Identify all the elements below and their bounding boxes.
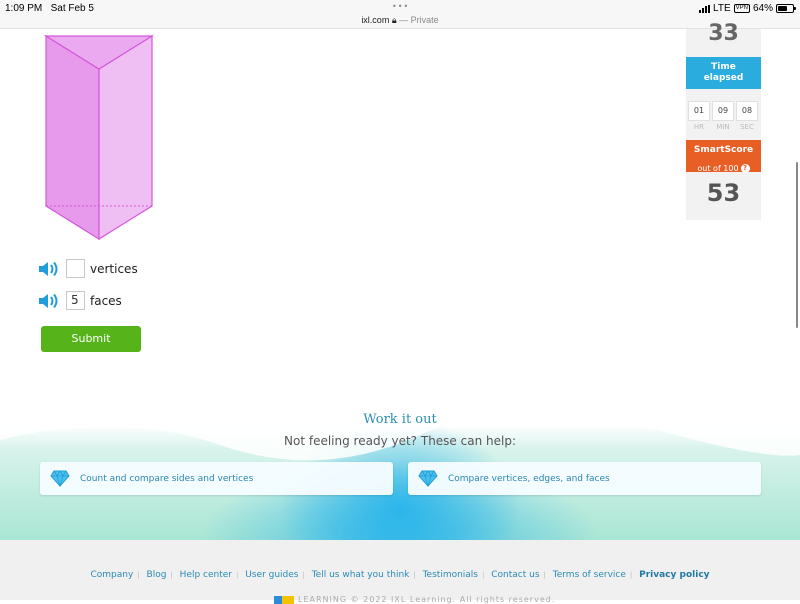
vertices-row: vertices xyxy=(38,259,138,278)
private-label: — Private xyxy=(399,15,439,25)
separator: | xyxy=(137,571,140,579)
smartscore-title: SmartScore xyxy=(693,145,754,155)
footer-link-feedback[interactable]: Tell us what you think xyxy=(312,570,410,580)
timer-hours: 01 xyxy=(688,101,710,121)
timer-minutes: 09 xyxy=(712,101,734,121)
lock-icon: 🔒︎ xyxy=(391,15,397,25)
help-icon[interactable]: ? xyxy=(740,164,750,173)
timer-seconds: 08 xyxy=(736,101,758,121)
separator: | xyxy=(543,571,546,579)
time-header-line2: elapsed xyxy=(703,73,744,83)
browser-status-bar: 1:09 PM Sat Feb 5 ••• ixl.com 🔒︎ — Priva… xyxy=(0,0,800,29)
address-bar[interactable]: ixl.com 🔒︎ — Private xyxy=(0,15,800,26)
separator: | xyxy=(170,571,173,579)
battery-icon xyxy=(776,4,796,13)
timer-sec-label: SEC xyxy=(740,123,754,131)
work-it-out-title: Work it out xyxy=(363,412,437,427)
submit-button[interactable]: Submit xyxy=(41,326,141,352)
url-text: ixl.com xyxy=(361,15,390,25)
skill-link-text[interactable]: Compare vertices, edges, and faces xyxy=(448,474,610,484)
vertices-input[interactable] xyxy=(66,259,85,278)
network-label: LTE xyxy=(713,3,731,14)
more-dots-icon[interactable]: ••• xyxy=(392,2,409,11)
footer-link-company[interactable]: Company xyxy=(90,570,133,580)
prism-left-face xyxy=(45,34,100,241)
footer: Company | Blog | Help center | User guides |… xyxy=(0,540,800,604)
vpn-icon: VPN xyxy=(733,4,750,13)
faces-input[interactable]: 5 xyxy=(66,291,85,310)
faces-row: 5 faces xyxy=(38,291,122,310)
separator: | xyxy=(413,571,416,579)
status-time: 1:09 PM Sat Feb 5 xyxy=(5,3,94,14)
work-it-out-subtitle: Not feeling ready yet? These can help: xyxy=(284,434,516,448)
smartscore-subtitle: out of 100 ? xyxy=(697,163,750,174)
speaker-icon[interactable] xyxy=(38,261,60,277)
footer-link-blog[interactable]: Blog xyxy=(147,570,167,580)
footer-link-testimonials[interactable]: Testimonials xyxy=(423,570,478,580)
footer-link-user-guides[interactable]: User guides xyxy=(245,570,298,580)
skill-link-card[interactable]: Compare vertices, edges, and faces xyxy=(408,462,761,495)
footer-link-privacy[interactable]: Privacy policy xyxy=(639,570,709,580)
diamond-icon xyxy=(50,470,70,487)
footer-link-terms[interactable]: Terms of service xyxy=(553,570,626,580)
clock: 1:09 PM xyxy=(5,3,43,14)
questions-answered-count: 33 xyxy=(708,21,739,46)
separator: | xyxy=(482,571,485,579)
timer-min-label: MIN xyxy=(716,123,730,131)
time-elapsed-header: Time elapsed xyxy=(686,57,761,89)
work-it-out-section: Work it out Not feeling ready yet? These… xyxy=(0,400,800,540)
footer-link-help-center[interactable]: Help center xyxy=(180,570,232,580)
signal-icon xyxy=(699,4,711,13)
prism-right-face xyxy=(98,34,153,241)
smartscore-value: 53 xyxy=(706,179,741,207)
battery-percent: 64% xyxy=(752,3,773,14)
separator: | xyxy=(302,571,305,579)
smartscore-sub-text: out of 100 xyxy=(697,164,739,173)
skill-link-card[interactable]: Count and compare sides and vertices xyxy=(40,462,393,495)
faces-label: faces xyxy=(90,293,122,308)
skill-link-text[interactable]: Count and compare sides and vertices xyxy=(80,474,253,484)
diamond-icon xyxy=(418,470,438,487)
status-indicators: LTE VPN 64% xyxy=(699,3,796,14)
timer-hr-label: HR xyxy=(693,123,705,131)
smartscore-header: SmartScore out of 100 ? xyxy=(686,140,761,174)
separator: | xyxy=(236,571,239,579)
vertices-label: vertices xyxy=(90,261,138,276)
score-panel: 33 Time elapsed 01 09 08 HR MIN SEC Smar… xyxy=(686,21,761,220)
footer-links: Company | Blog | Help center | User guides |… xyxy=(0,570,800,580)
date: Sat Feb 5 xyxy=(50,3,94,14)
time-header-line1: Time xyxy=(711,62,736,72)
scrollbar[interactable] xyxy=(796,162,798,328)
separator: | xyxy=(629,571,633,579)
speaker-icon[interactable] xyxy=(38,293,60,309)
footer-link-contact-us[interactable]: Contact us xyxy=(491,570,539,580)
triangular-prism-figure xyxy=(44,34,154,241)
